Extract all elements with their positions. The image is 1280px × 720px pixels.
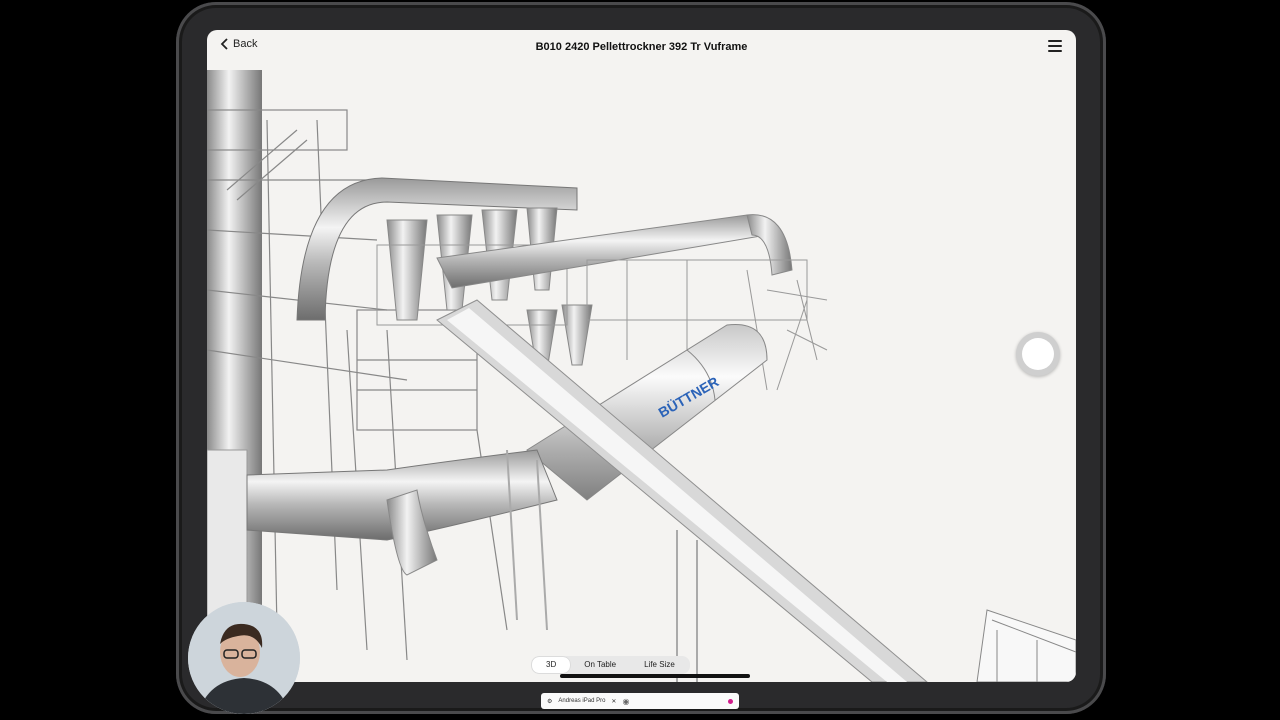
gear-icon[interactable]: ⚙: [547, 698, 552, 705]
screen-recording-bar: ⚙ Andreas iPad Pro ✕ ◉: [541, 693, 739, 709]
back-button[interactable]: Back: [219, 38, 257, 50]
capture-button[interactable]: [1016, 332, 1060, 376]
device-label: Andreas iPad Pro: [558, 698, 606, 704]
close-icon[interactable]: ✕: [611, 698, 616, 705]
model-title: B010 2420 Pellettrockner 392 Tr Vuframe: [535, 41, 748, 53]
presenter-avatar: [188, 602, 300, 714]
corner-structure: [976, 609, 1076, 682]
app-screen: BÜTTNER Back B010 2420 Pellettrockner 39…: [207, 30, 1076, 682]
record-indicator-icon: [728, 698, 733, 704]
back-label: Back: [233, 38, 258, 50]
hamburger-menu-icon[interactable]: [1048, 40, 1062, 52]
view-mode-3d[interactable]: 3D: [532, 657, 571, 673]
presenter-webcam: [188, 602, 300, 714]
home-indicator[interactable]: [560, 674, 750, 678]
chevron-left-icon: [220, 38, 228, 50]
view-mode-life-size[interactable]: Life Size: [630, 657, 689, 673]
3d-model-viewport[interactable]: BÜTTNER: [207, 30, 1076, 682]
top-navigation-bar: Back B010 2420 Pellettrockner 392 Tr Vuf…: [207, 30, 1076, 64]
view-mode-selector: 3D On Table Life Size: [531, 656, 690, 674]
view-mode-on-table[interactable]: On Table: [570, 657, 630, 673]
duct-elbow: [746, 214, 793, 276]
camera-icon[interactable]: ◉: [622, 697, 629, 706]
